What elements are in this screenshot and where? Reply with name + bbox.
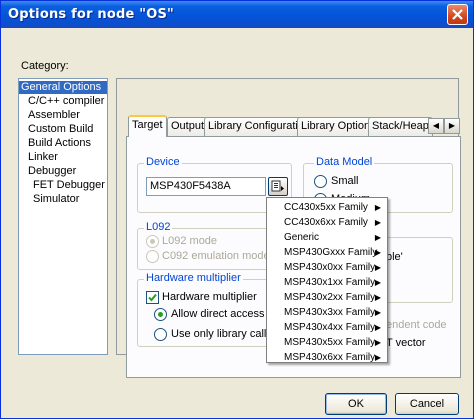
use-library-calls-radio[interactable] <box>154 328 167 341</box>
device-input[interactable]: MSP430F5438A <box>146 177 266 196</box>
tree-item-compiler[interactable]: C/C++ compiler <box>28 95 104 108</box>
menu-item-cc430x5xx[interactable]: CC430x5xx Family ▶ <box>267 200 387 215</box>
data-model-small-label: Small <box>331 175 359 187</box>
menu-item-msp430gxxx[interactable]: MSP430Gxxx Family ▶ <box>267 245 387 260</box>
options-dialog: Options for node "OS" Category: General … <box>0 0 474 419</box>
menu-item-msp430x1xx[interactable]: MSP430x1xx Family ▶ <box>267 275 387 290</box>
submenu-arrow-icon: ▶ <box>374 323 381 332</box>
tab-scroll-right-button[interactable]: ▶ <box>444 118 460 134</box>
hardware-multiplier-label: Hardware multiplier <box>162 291 257 303</box>
arrow-right-icon: ▶ <box>448 121 456 130</box>
menu-item-cc430x6xx[interactable]: CC430x6xx Family ▶ <box>267 215 387 230</box>
tree-item-custom-build[interactable]: Custom Build <box>28 123 93 136</box>
data-model-group-title: Data Model <box>314 156 375 168</box>
use-library-calls-label: Use only library calls <box>171 328 272 340</box>
device-browse-icon <box>271 180 284 192</box>
category-tree[interactable]: General Options C/C++ compiler Assembler… <box>18 78 108 355</box>
tab-strip: Target Output Library Configuration Libr… <box>126 115 461 137</box>
menu-item-msp430x5xx[interactable]: MSP430x5xx Family ▶ <box>267 335 387 350</box>
menu-item-generic[interactable]: Generic ▶ <box>267 230 387 245</box>
menu-item-msp430x6xx[interactable]: MSP430x6xx Family ▶ <box>267 350 387 365</box>
tab-target[interactable]: Target <box>128 115 167 137</box>
tab-output[interactable]: Output <box>167 117 209 136</box>
allow-direct-access-label: Allow direct access <box>171 308 265 320</box>
submenu-arrow-icon: ▶ <box>374 353 381 362</box>
partial-option-text-2: endent code <box>386 319 447 331</box>
submenu-arrow-icon: ▶ <box>374 278 381 287</box>
menu-item-msp430x4xx[interactable]: MSP430x4xx Family ▶ <box>267 320 387 335</box>
l092-mode-label: L092 mode <box>162 235 218 247</box>
ok-button[interactable]: OK <box>325 393 387 415</box>
submenu-arrow-icon: ▶ <box>374 263 381 272</box>
hardware-multiplier-checkbox[interactable] <box>146 291 159 304</box>
arrow-left-icon: ◀ <box>432 121 440 130</box>
tab-scroll-left-button[interactable]: ◀ <box>428 118 444 134</box>
tree-item-build-actions[interactable]: Build Actions <box>28 137 91 150</box>
close-button[interactable] <box>447 4 468 25</box>
submenu-arrow-icon: ▶ <box>374 248 381 257</box>
tree-item-linker[interactable]: Linker <box>28 151 58 164</box>
c092-emulation-label: C092 emulation mode <box>162 250 270 262</box>
menu-item-msp430x0xx[interactable]: MSP430x0xx Family ▶ <box>267 260 387 275</box>
l092-group-title: L092 <box>144 221 173 233</box>
device-group-title: Device <box>144 156 182 168</box>
tree-item-general-options[interactable]: General Options <box>19 81 107 94</box>
l092-mode-radio[interactable] <box>146 235 159 248</box>
data-model-small-radio[interactable] <box>314 175 327 188</box>
menu-item-msp430x3xx[interactable]: MSP430x3xx Family ▶ <box>267 305 387 320</box>
submenu-arrow-icon: ▶ <box>374 293 381 302</box>
submenu-arrow-icon: ▶ <box>374 218 381 227</box>
tree-item-debugger[interactable]: Debugger <box>28 165 76 178</box>
partial-option-text-1: ble' <box>386 251 403 263</box>
c092-emulation-radio[interactable] <box>146 250 159 263</box>
menu-item-msp430x2xx[interactable]: MSP430x2xx Family ▶ <box>267 290 387 305</box>
cancel-button[interactable]: Cancel <box>395 393 459 415</box>
tree-item-assembler[interactable]: Assembler <box>28 109 80 122</box>
tree-item-fet-debugger[interactable]: FET Debugger <box>33 179 105 192</box>
device-family-menu[interactable]: CC430x5xx Family ▶ CC430x6xx Family ▶ Ge… <box>266 197 388 363</box>
device-select-button[interactable] <box>268 177 288 196</box>
partial-option-text-3: T vector <box>386 337 426 349</box>
window-title: Options for node "OS" <box>8 7 174 22</box>
submenu-arrow-icon: ▶ <box>374 338 381 347</box>
submenu-arrow-icon: ▶ <box>374 308 381 317</box>
category-label: Category: <box>21 60 69 72</box>
submenu-arrow-icon: ▶ <box>374 203 381 212</box>
hardware-multiplier-group-title: Hardware multiplier <box>144 272 243 284</box>
title-bar[interactable]: Options for node "OS" <box>1 1 473 28</box>
allow-direct-access-radio[interactable] <box>154 308 167 321</box>
submenu-arrow-icon: ▶ <box>374 233 381 242</box>
tab-stack-heap[interactable]: Stack/Heap <box>368 117 433 136</box>
close-icon <box>452 9 463 20</box>
checkmark-icon <box>148 293 157 302</box>
tree-item-simulator[interactable]: Simulator <box>33 193 79 206</box>
